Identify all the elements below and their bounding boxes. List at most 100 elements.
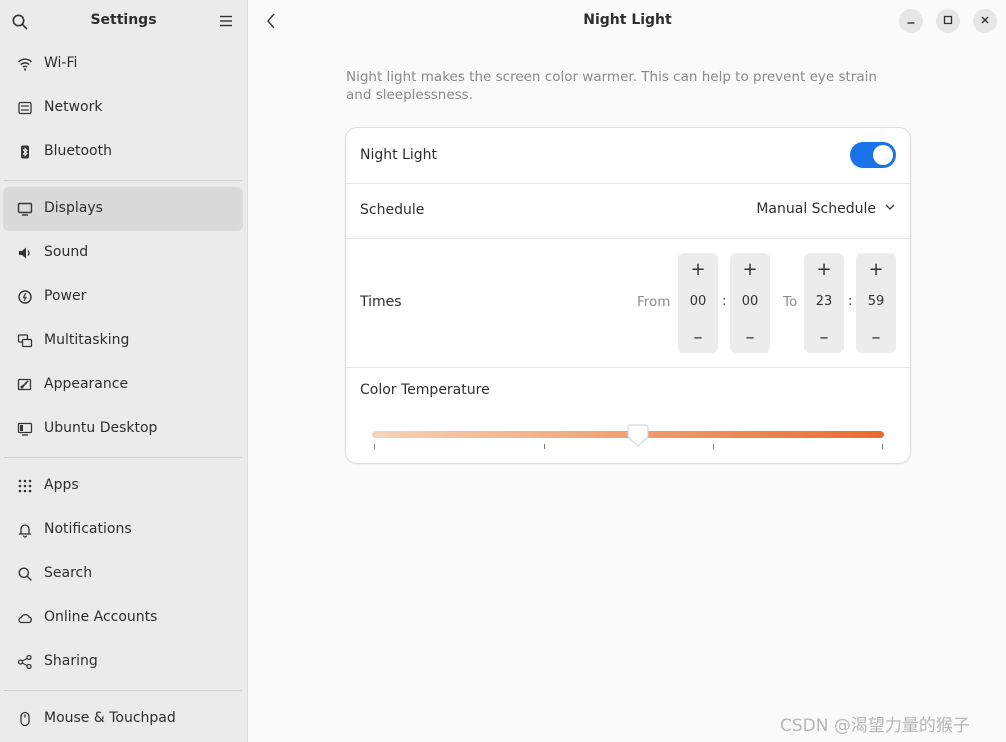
from-hour-value[interactable]: 00 [678, 294, 718, 309]
maximize-icon [943, 13, 953, 29]
sidebar-item-label: Sharing [44, 653, 98, 669]
chevron-down-icon [884, 201, 896, 217]
sidebar-item-label: Sound [44, 244, 89, 260]
sidebar-item-ubuntu-desktop[interactable]: Ubuntu Desktop [3, 407, 243, 451]
sidebar-item-label: Network [44, 99, 103, 115]
sidebar-item-label: Appearance [44, 376, 129, 392]
sidebar-divider [4, 180, 242, 181]
close-button[interactable] [973, 9, 997, 33]
minimize-icon [906, 13, 916, 29]
sidebar-header: Settings [0, 0, 247, 42]
schedule-value: Manual Schedule [756, 201, 876, 217]
maximize-button[interactable] [936, 9, 960, 33]
to-hour-decrement-button[interactable]: – [804, 321, 844, 353]
sidebar-item-label: Online Accounts [44, 609, 158, 625]
appearance-icon [16, 376, 34, 394]
sidebar-item-notifications[interactable]: Notifications [3, 508, 243, 552]
sidebar-item-sharing[interactable]: Sharing [3, 640, 243, 684]
to-hour-value[interactable]: 23 [804, 294, 844, 309]
bluetooth-icon [16, 143, 34, 161]
to-minute-increment-button[interactable]: + [856, 253, 896, 285]
slider-tick [544, 444, 545, 449]
multitasking-icon [16, 332, 34, 350]
from-hour-increment-button[interactable]: + [678, 253, 718, 285]
sidebar-item-label: Multitasking [44, 332, 130, 348]
mouse-icon [16, 710, 34, 728]
sidebar-divider [4, 457, 242, 458]
sidebar-divider [4, 690, 242, 691]
sidebar-item-power[interactable]: Power [3, 275, 243, 319]
night-light-toggle[interactable] [850, 142, 896, 168]
sidebar-item-label: Notifications [44, 521, 132, 537]
display-icon [16, 200, 34, 218]
sidebar-item-label: Displays [44, 200, 103, 216]
sidebar-item-label: Apps [44, 477, 79, 493]
slider-tick [882, 444, 883, 449]
night-light-description: Night light makes the screen color warme… [346, 69, 877, 103]
close-icon [980, 13, 990, 29]
wifi-icon [16, 55, 34, 73]
time-separator: : [722, 294, 727, 309]
from-hour-spinner: + 00 – [678, 253, 718, 353]
slider-tick [713, 444, 714, 449]
sidebar-item-label: Wi-Fi [44, 55, 78, 71]
schedule-row: Schedule Manual Schedule [346, 184, 910, 239]
schedule-label: Schedule [360, 202, 425, 218]
network-icon [16, 99, 34, 117]
sidebar: Settings Wi-Fi Network Bluetooth Display… [0, 0, 248, 742]
sidebar-title: Settings [90, 12, 157, 28]
sidebar-item-search[interactable]: Search [3, 552, 243, 596]
sidebar-item-bluetooth[interactable]: Bluetooth [3, 130, 243, 174]
sidebar-item-label: Ubuntu Desktop [44, 420, 158, 436]
bell-icon [16, 521, 34, 539]
times-row: Times From + 00 – : + 00 – To + 23 – : + [346, 239, 910, 368]
minimize-button[interactable] [899, 9, 923, 33]
to-label: To [783, 294, 798, 310]
from-hour-decrement-button[interactable]: – [678, 321, 718, 353]
sidebar-item-label: Mouse & Touchpad [44, 710, 176, 726]
speaker-icon [16, 244, 34, 262]
to-minute-value[interactable]: 59 [856, 294, 896, 309]
sidebar-item-online-accounts[interactable]: Online Accounts [3, 596, 243, 640]
from-minute-increment-button[interactable]: + [730, 253, 770, 285]
sidebar-item-label: Bluetooth [44, 143, 112, 159]
color-temperature-slider-handle[interactable] [627, 423, 649, 447]
from-minute-spinner: + 00 – [730, 253, 770, 353]
sidebar-item-apps[interactable]: Apps [3, 464, 243, 508]
sidebar-item-label: Power [44, 288, 87, 304]
slider-tick [374, 444, 375, 449]
toggle-knob [873, 145, 893, 165]
sidebar-item-sound[interactable]: Sound [3, 231, 243, 275]
color-temperature-label: Color Temperature [360, 382, 490, 398]
to-hour-spinner: + 23 – [804, 253, 844, 353]
color-temperature-row: Color Temperature [346, 368, 910, 463]
times-label: Times [360, 294, 402, 310]
to-hour-increment-button[interactable]: + [804, 253, 844, 285]
sidebar-item-mouse-touchpad[interactable]: Mouse & Touchpad [3, 697, 243, 741]
night-light-row: Night Light [346, 128, 910, 184]
to-minute-decrement-button[interactable]: – [856, 321, 896, 353]
main-panel: Night Light Night light makes the screen… [249, 0, 1006, 742]
cloud-icon [16, 609, 34, 627]
hamburger-menu-icon[interactable] [218, 13, 234, 29]
sidebar-item-displays[interactable]: Displays [3, 187, 243, 231]
time-separator: : [848, 294, 853, 309]
page-title: Night Light [583, 12, 672, 28]
schedule-dropdown[interactable]: Manual Schedule [756, 201, 896, 217]
watermark: CSDN @渴望力量的猴子 [780, 716, 970, 736]
sidebar-item-wifi[interactable]: Wi-Fi [3, 42, 243, 86]
from-label: From [637, 294, 671, 310]
night-light-card: Night Light Schedule Manual Schedule Tim… [345, 127, 911, 464]
sidebar-item-appearance[interactable]: Appearance [3, 363, 243, 407]
sidebar-item-label: Search [44, 565, 93, 581]
search-icon [16, 565, 34, 583]
ubuntu-desktop-icon [16, 420, 34, 438]
from-minute-value[interactable]: 00 [730, 294, 770, 309]
share-icon [16, 653, 34, 671]
from-minute-decrement-button[interactable]: – [730, 321, 770, 353]
to-minute-spinner: + 59 – [856, 253, 896, 353]
sidebar-item-multitasking[interactable]: Multitasking [3, 319, 243, 363]
power-icon [16, 288, 34, 306]
apps-grid-icon [16, 477, 34, 495]
sidebar-item-network[interactable]: Network [3, 86, 243, 130]
